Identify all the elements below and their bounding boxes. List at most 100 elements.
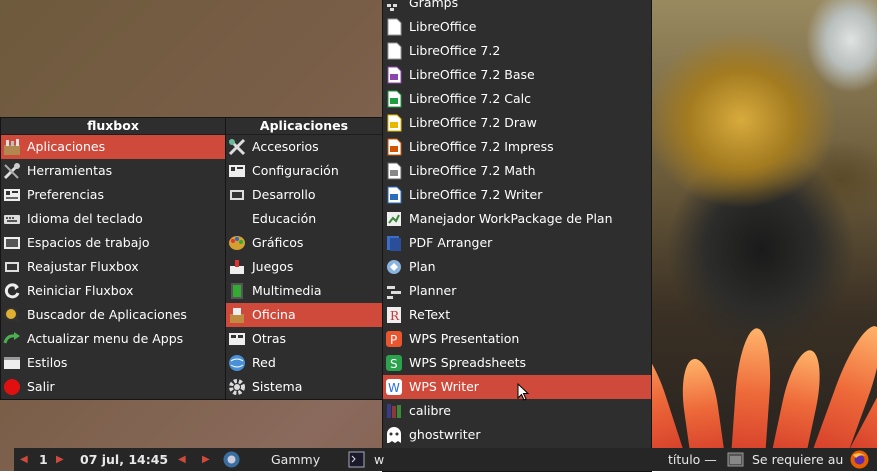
item-label: Gráficos bbox=[252, 235, 304, 250]
item-label: Configuración bbox=[252, 163, 339, 178]
item-label: LibreOffice 7.2 Draw bbox=[409, 115, 537, 130]
root-item-espacios-trabajo[interactable]: Espacios de trabajo bbox=[1, 231, 225, 255]
apps-item-configuracion[interactable]: Configuración bbox=[226, 159, 382, 183]
task-notice[interactable]: Se requiere au bbox=[752, 448, 843, 471]
clock: 07 jul, 14:45 bbox=[80, 452, 169, 467]
workspace-next-arrow[interactable]: ▶ bbox=[56, 448, 64, 471]
root-menu-title: fluxbox bbox=[1, 118, 225, 135]
item-label: Multimedia bbox=[252, 283, 322, 298]
root-item-buscador-aplicaciones[interactable]: Buscador de Aplicaciones bbox=[1, 303, 225, 327]
apps-item-desarrollo[interactable]: Desarrollo bbox=[226, 183, 382, 207]
apps-item-red[interactable]: Red bbox=[226, 351, 382, 375]
item-label: Aplicaciones bbox=[27, 139, 106, 154]
office-item-libreoffice-impress[interactable]: LibreOffice 7.2 Impress bbox=[383, 135, 651, 159]
root-item-reiniciar-fluxbox[interactable]: Reiniciar Fluxbox bbox=[1, 279, 225, 303]
item-label: Salir bbox=[27, 379, 55, 394]
office-item-libreoffice-writer[interactable]: LibreOffice 7.2 Writer bbox=[383, 183, 651, 207]
network-icon bbox=[228, 354, 246, 372]
exit-icon bbox=[3, 378, 21, 396]
apps-item-graficos[interactable]: Gráficos bbox=[226, 231, 382, 255]
item-label: Buscador de Aplicaciones bbox=[27, 307, 187, 322]
office-item-pdf-arranger[interactable]: PDF Arranger bbox=[383, 231, 651, 255]
svg-text:W: W bbox=[388, 381, 400, 395]
fluxbox-root-menu: fluxbox Aplicaciones Herramientas Prefer… bbox=[0, 117, 226, 400]
root-item-herramientas[interactable]: Herramientas bbox=[1, 159, 225, 183]
development-icon bbox=[228, 186, 246, 204]
root-item-idioma-teclado[interactable]: Idioma del teclado bbox=[1, 207, 225, 231]
tools-icon bbox=[3, 162, 21, 180]
gramps-icon bbox=[385, 0, 403, 12]
item-label: Desarrollo bbox=[252, 187, 316, 202]
apps-item-accesorios[interactable]: Accesorios bbox=[226, 135, 382, 159]
libreoffice-impress-icon bbox=[385, 138, 403, 156]
root-item-aplicaciones[interactable]: Aplicaciones bbox=[1, 135, 225, 159]
libreoffice-math-icon bbox=[385, 162, 403, 180]
terminal-app-icon[interactable] bbox=[348, 451, 365, 468]
office-item-planner[interactable]: Planner bbox=[383, 279, 651, 303]
settings-icon bbox=[228, 162, 246, 180]
workspace-number[interactable]: 1 bbox=[39, 448, 48, 471]
office-item-wps-presentation[interactable]: P WPS Presentation bbox=[383, 327, 651, 351]
wps-presentation-icon: P bbox=[385, 330, 403, 348]
firefox-icon[interactable] bbox=[850, 450, 869, 469]
retext-icon: R bbox=[385, 306, 403, 324]
root-item-reajustar-fluxbox[interactable]: Reajustar Fluxbox bbox=[1, 255, 225, 279]
item-label: LibreOffice 7.2 Math bbox=[409, 163, 536, 178]
styles-icon bbox=[3, 354, 21, 372]
flower-petal bbox=[651, 338, 685, 448]
office-item-libreoffice-base[interactable]: LibreOffice 7.2 Base bbox=[383, 63, 651, 87]
apps-item-juegos[interactable]: Juegos bbox=[226, 255, 382, 279]
item-label: Preferencias bbox=[27, 187, 104, 202]
item-label: Sistema bbox=[252, 379, 303, 394]
preferences-icon bbox=[3, 186, 21, 204]
office-item-manejador-workpackage[interactable]: Manejador WorkPackage de Plan bbox=[383, 207, 651, 231]
workspace-prev-arrow[interactable]: ◀ bbox=[20, 448, 28, 471]
office-item-libreoffice-72[interactable]: LibreOffice 7.2 bbox=[383, 39, 651, 63]
item-label: Reajustar Fluxbox bbox=[27, 259, 139, 274]
item-label: Plan bbox=[409, 259, 436, 274]
office-icon bbox=[228, 306, 246, 324]
apps-item-educacion[interactable]: Educación bbox=[226, 207, 382, 231]
office-item-ghostwriter[interactable]: ghostwriter bbox=[383, 423, 651, 447]
item-label: Gramps bbox=[409, 0, 459, 10]
office-item-wps-spreadsheets[interactable]: S WPS Spreadsheets bbox=[383, 351, 651, 375]
root-item-preferencias[interactable]: Preferencias bbox=[1, 183, 225, 207]
item-label: Reiniciar Fluxbox bbox=[27, 283, 134, 298]
office-item-plan[interactable]: Plan bbox=[383, 255, 651, 279]
item-label: PDF Arranger bbox=[409, 235, 493, 250]
task-prev-arrow[interactable]: ◀ bbox=[178, 448, 186, 471]
office-item-gramps[interactable]: Gramps bbox=[383, 0, 651, 15]
item-label: LibreOffice 7.2 bbox=[409, 43, 501, 58]
libreoffice-draw-icon bbox=[385, 114, 403, 132]
task-terminal[interactable]: w bbox=[374, 448, 384, 471]
root-item-salir[interactable]: Salir bbox=[1, 375, 225, 399]
wps-writer-icon: W bbox=[385, 378, 403, 396]
office-item-libreoffice-math[interactable]: LibreOffice 7.2 Math bbox=[383, 159, 651, 183]
libreoffice-base-icon bbox=[385, 66, 403, 84]
libreoffice-icon bbox=[385, 42, 403, 60]
graphics-icon bbox=[228, 234, 246, 252]
office-item-retext[interactable]: R ReText bbox=[383, 303, 651, 327]
apps-item-multimedia[interactable]: Multimedia bbox=[226, 279, 382, 303]
flower-petal bbox=[677, 356, 725, 448]
apps-item-sistema[interactable]: Sistema bbox=[226, 375, 382, 399]
item-label: LibreOffice bbox=[409, 19, 477, 34]
item-label: LibreOffice 7.2 Impress bbox=[409, 139, 554, 154]
office-item-libreoffice-draw[interactable]: LibreOffice 7.2 Draw bbox=[383, 111, 651, 135]
libreoffice-writer-icon bbox=[385, 186, 403, 204]
task-window-title[interactable]: título — bbox=[668, 448, 717, 471]
education-icon bbox=[228, 210, 246, 228]
task-gammy[interactable]: Gammy bbox=[271, 448, 320, 471]
office-item-libreoffice-calc[interactable]: LibreOffice 7.2 Calc bbox=[383, 87, 651, 111]
apps-item-oficina[interactable]: Oficina bbox=[226, 303, 382, 327]
gammy-app-icon[interactable] bbox=[223, 451, 240, 468]
root-item-actualizar-menu[interactable]: Actualizar menu de Apps bbox=[1, 327, 225, 351]
root-item-estilos[interactable]: Estilos bbox=[1, 351, 225, 375]
item-label: WPS Writer bbox=[409, 379, 479, 394]
apps-item-otras[interactable]: Otras bbox=[226, 327, 382, 351]
item-label: calibre bbox=[409, 403, 451, 418]
office-item-libreoffice[interactable]: LibreOffice bbox=[383, 15, 651, 39]
window-app-icon[interactable] bbox=[727, 451, 744, 468]
ghostwriter-icon bbox=[385, 426, 403, 444]
task-next-arrow[interactable]: ▶ bbox=[202, 448, 210, 471]
